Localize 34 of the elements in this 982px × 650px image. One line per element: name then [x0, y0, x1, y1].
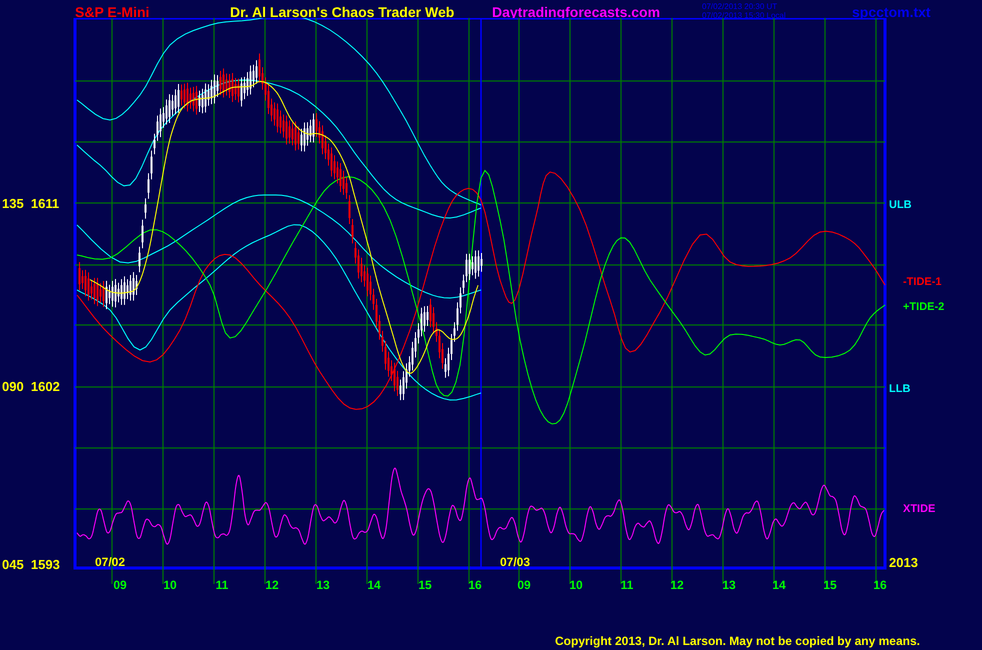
file-name: spcctom.txt — [852, 4, 932, 20]
hour-label: 11 — [216, 578, 228, 592]
hour-label: 15 — [418, 578, 432, 592]
band-label: XTIDE — [903, 503, 936, 515]
hour-label: 10 — [163, 578, 177, 592]
hour-label: 11 — [620, 578, 634, 592]
timestamp-local: 07/02/2013 15:30 Local — [702, 11, 787, 20]
hour-label: 13 — [316, 578, 330, 592]
hour-label: 15 — [823, 578, 837, 592]
hour-label: 12 — [265, 578, 279, 592]
y-axis-label: 135 1611 — [2, 196, 60, 211]
date-label: 07/03 — [500, 555, 530, 569]
band-label: LLB — [889, 383, 910, 395]
hour-label: 13 — [722, 578, 736, 592]
hour-label: 10 — [569, 578, 583, 592]
band-label: -TIDE-1 — [903, 276, 942, 288]
y-axis-label: 045 1593 — [2, 557, 60, 572]
hour-label: 09 — [517, 578, 531, 592]
instrument-title: S&P E-Mini — [75, 4, 150, 20]
hour-label: 16 — [873, 578, 887, 592]
site-title: Dr. Al Larson's Chaos Trader Web — [230, 4, 456, 20]
hour-label: 16 — [468, 578, 482, 592]
copyright-notice: Copyright 2013, Dr. Al Larson. May not be copied by any means. — [555, 634, 920, 648]
hour-label: 09 — [113, 578, 127, 592]
date-label: 07/02 — [95, 555, 126, 569]
y-axis-label: 090 1602 — [2, 379, 60, 394]
band-label: ULB — [889, 199, 912, 211]
website-link[interactable]: Daytradingforecasts.com — [492, 4, 702, 20]
year-label: 2013 — [889, 555, 918, 570]
hour-label: 14 — [367, 578, 381, 592]
band-label: +TIDE-2 — [903, 301, 944, 313]
hour-label: 12 — [670, 578, 684, 592]
hour-label: 14 — [772, 578, 786, 592]
timestamp-ut: 07/02/2013 20:30 UT — [702, 2, 778, 11]
